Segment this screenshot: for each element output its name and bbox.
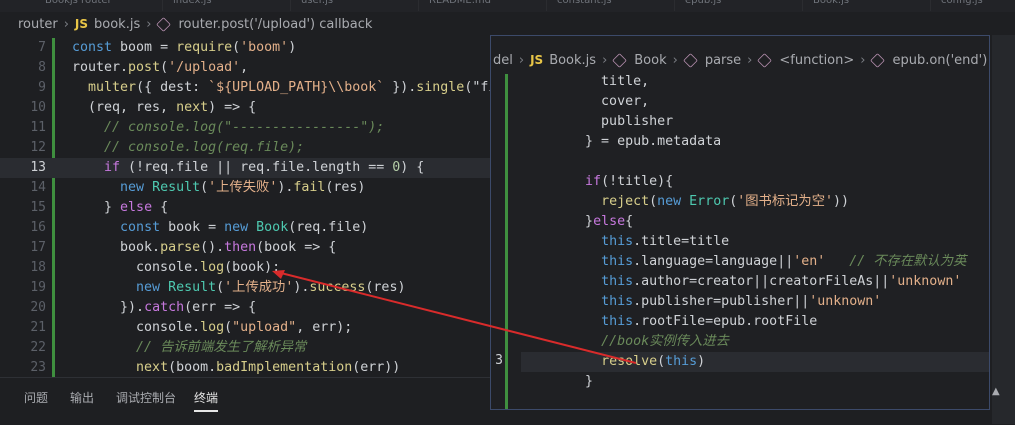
annotation-arrow [272, 270, 637, 364]
